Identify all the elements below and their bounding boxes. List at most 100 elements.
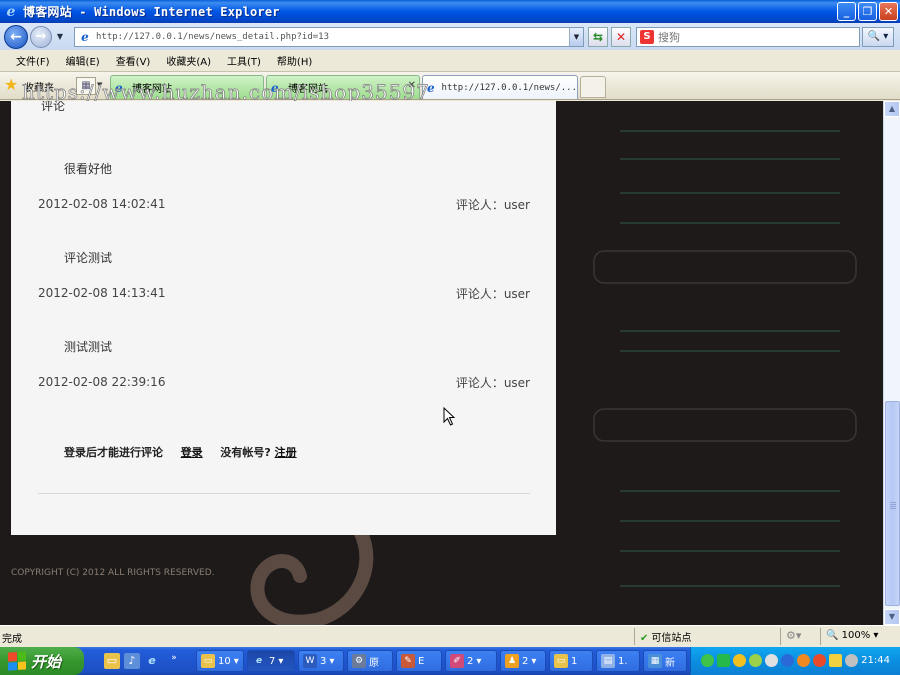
tab-current[interactable]: e http://127.0.0.1/news/... [422, 75, 578, 99]
word-icon: W [303, 654, 317, 668]
tab-label: http://127.0.0.1/news/... [441, 82, 577, 93]
search-placeholder[interactable]: 搜狗 [658, 29, 680, 45]
taskbar-button-word[interactable]: W3 ▾ [298, 650, 344, 672]
ie-icon: e [6, 3, 16, 20]
zone-label: 可信站点 [651, 633, 692, 644]
menu-tools[interactable]: 工具(T) [227, 53, 261, 68]
taskbar-button-ie[interactable]: e7 ▾ [247, 650, 295, 672]
menu-bar: 文件(F) 编辑(E) 查看(V) 收藏夹(A) 工具(T) 帮助(H) [0, 50, 900, 72]
quicklaunch-ie-icon[interactable]: e [144, 653, 160, 669]
navigation-bar: ← → ▼ e http://127.0.0.1/news/news_detai… [0, 23, 900, 50]
no-account-text: 没有帐号? [220, 446, 271, 459]
zoom-value: 100% [841, 630, 871, 641]
menu-favorites[interactable]: 收藏夹(A) [166, 53, 211, 68]
comment-date: 2012-02-08 22:39:16 [38, 375, 166, 389]
menu-edit[interactable]: 编辑(E) [66, 53, 100, 68]
taskbar: 开始 ▭ ♪ e » ▭ 10 ▾ e7 ▾ W3 ▾ ⚙ 原 ✎ E ✐ 2 ▾ ♟ 2… [0, 647, 900, 675]
favorites-star-icon[interactable]: ★ [4, 77, 18, 93]
new-tab-button[interactable] [580, 76, 606, 98]
ie-icon: e [255, 656, 263, 666]
taskbar-button-label: 7 [269, 655, 276, 667]
taskbar-button-label: 1 [571, 655, 578, 667]
folder-icon: ▭ [201, 654, 215, 668]
taskbar-button-label: 1. [618, 655, 628, 667]
file-icon: ▤ [601, 654, 615, 668]
maximize-button[interactable]: ❐ [858, 2, 877, 21]
minimize-button[interactable]: _ [837, 2, 856, 21]
taskbar-button-app[interactable]: ⚙ 原 [347, 650, 393, 672]
comment-date: 2012-02-08 14:02:41 [38, 197, 166, 211]
taskbar-button-editor[interactable]: ✎ E [396, 650, 442, 672]
history-dropdown-icon[interactable]: ▼ [54, 32, 66, 41]
panel-heading-cutoff: 评论 [41, 101, 66, 113]
copyright-footer: COPYRIGHT (C) 2012 ALL RIGHTS RESERVED. [11, 568, 215, 578]
system-tray: 21:44 [690, 647, 900, 675]
tray-qq2-icon[interactable] [813, 654, 826, 667]
taskbar-button-label: 10 [218, 655, 231, 667]
taskbar-button-doc[interactable]: ▦ 新 [643, 650, 687, 672]
taskbar-button-folder[interactable]: ▭ 1 [549, 650, 593, 672]
address-bar[interactable]: e http://127.0.0.1/news/news_detail.php?… [74, 27, 584, 47]
tray-volume-icon[interactable] [765, 654, 778, 667]
close-button[interactable]: ✕ [879, 2, 898, 21]
comments-panel: 评论 很看好他 2012-02-08 14:02:41 评论人：user 评论测… [11, 101, 556, 535]
window-controls: _ ❐ ✕ [837, 2, 898, 21]
security-zone[interactable]: ✔ 可信站点 [640, 629, 691, 644]
start-button[interactable]: 开始 [0, 647, 84, 675]
search-button[interactable]: 🔍 ▾ [862, 27, 894, 47]
taskbar-button-paint[interactable]: ✐ 2 ▾ [445, 650, 497, 672]
scroll-down-icon[interactable]: ▼ [884, 609, 900, 625]
folder-icon: ▭ [554, 654, 568, 668]
protected-mode-icon[interactable]: ⚙▾ [786, 629, 801, 642]
menu-view[interactable]: 查看(V) [116, 53, 151, 68]
tray-network-icon[interactable] [701, 654, 714, 667]
login-link[interactable]: 登录 [181, 446, 203, 459]
quicklaunch-more-icon[interactable]: » [166, 650, 182, 666]
status-bar: 完成 ✔ 可信站点 ⚙▾ 🔍 100% ▾ [0, 625, 900, 647]
back-button[interactable]: ← [4, 24, 28, 49]
vertical-scrollbar[interactable]: ▲ ▼ [883, 101, 900, 625]
quicklaunch-folder-icon[interactable]: ▭ [104, 653, 120, 669]
taskbar-button-label: 2 [467, 655, 474, 667]
tray-security-icon[interactable] [749, 654, 762, 667]
clock[interactable]: 21:44 [861, 655, 890, 666]
taskbar-button-label: 新 [665, 657, 675, 669]
zoom-level[interactable]: 🔍 100% ▾ [826, 630, 878, 641]
tray-shield-icon[interactable] [829, 654, 842, 667]
address-url[interactable]: http://127.0.0.1/news/news_detail.php?id… [96, 32, 569, 42]
quicklaunch-media-icon[interactable]: ♪ [124, 653, 140, 669]
comment-user: 评论人：user [455, 376, 530, 390]
background-decoration [593, 130, 857, 587]
menu-help[interactable]: 帮助(H) [277, 53, 312, 68]
web-content: 评论 很看好他 2012-02-08 14:02:41 评论人：user 评论测… [0, 101, 883, 625]
qq-icon: ♟ [505, 654, 519, 668]
taskbar-button-folders[interactable]: ▭ 10 ▾ [196, 650, 244, 672]
editor-icon: ✎ [401, 654, 415, 668]
paint-icon: ✐ [450, 654, 464, 668]
refresh-button[interactable]: ⇆ [588, 27, 608, 47]
scroll-thumb[interactable] [885, 401, 900, 606]
menu-file[interactable]: 文件(F) [16, 53, 50, 68]
comment-user: 评论人：user [455, 287, 530, 301]
comment-user: 评论人：user [455, 198, 530, 212]
taskbar-button-qq[interactable]: ♟ 2 ▾ [500, 650, 546, 672]
tray-player-icon[interactable] [717, 654, 730, 667]
divider [38, 493, 530, 494]
taskbar-button-label: 2 [522, 655, 529, 667]
forward-button[interactable]: → [30, 25, 52, 48]
page-icon: e [81, 30, 89, 44]
scroll-up-icon[interactable]: ▲ [884, 101, 900, 117]
mouse-cursor-icon [443, 407, 456, 426]
tray-display-icon[interactable] [781, 654, 794, 667]
address-dropdown-icon[interactable]: ▼ [569, 28, 583, 46]
login-prompt-line: 登录后才能进行评论 登录 没有帐号? 注册 [64, 444, 297, 460]
stop-button[interactable]: ✕ [611, 27, 631, 47]
search-box[interactable]: S 搜狗 [636, 27, 860, 47]
taskbar-button-label: E [418, 655, 425, 667]
tray-qq-icon[interactable] [797, 654, 810, 667]
taskbar-button-file[interactable]: ▤ 1. [596, 650, 640, 672]
tray-misc-icon[interactable] [845, 654, 858, 667]
register-link[interactable]: 注册 [275, 446, 297, 459]
comment-date: 2012-02-08 14:13:41 [38, 286, 166, 300]
tray-app-icon[interactable] [733, 654, 746, 667]
